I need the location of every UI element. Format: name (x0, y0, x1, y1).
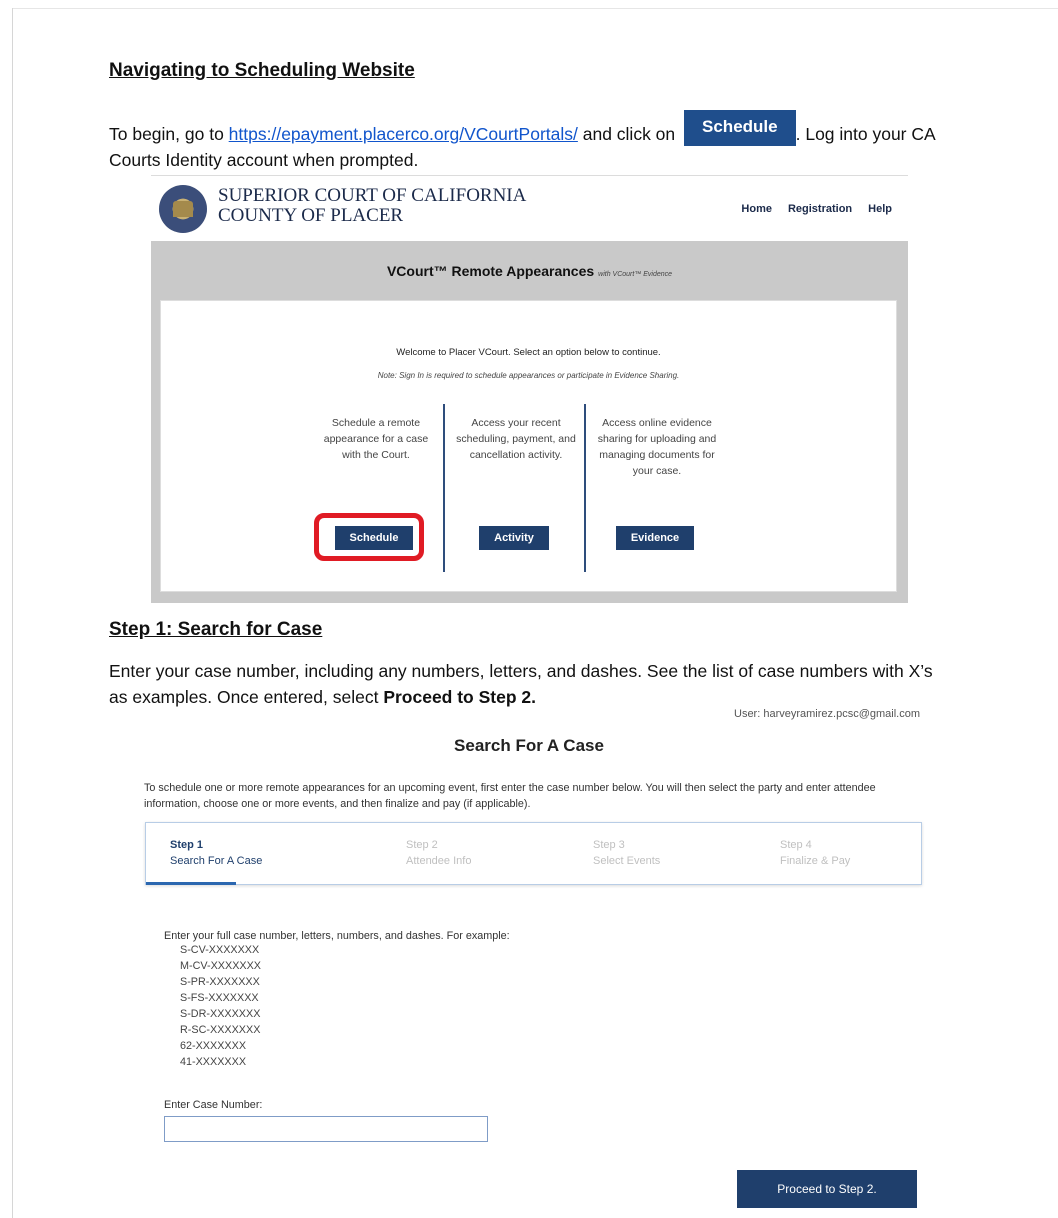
case-number-input[interactable] (164, 1116, 488, 1142)
step-progress-indicator (146, 882, 236, 885)
step-3-number: Step 3 (593, 839, 625, 851)
step-3: Step 3 Select Events (593, 837, 660, 869)
step-2: Step 2 Attendee Info (406, 837, 471, 869)
signed-in-user: User: harveyramirez.pcsc@gmail.com (734, 708, 920, 720)
section-heading-step1: Step 1: Search for Case (109, 619, 323, 640)
case-number-examples: S-CV-XXXXXXX M-CV-XXXXXXX S-PR-XXXXXXX S… (180, 942, 261, 1070)
portal-title-text: VCourt™ Remote Appearances (386, 263, 595, 279)
step-4-label: Finalize & Pay (780, 855, 851, 867)
options-card: Welcome to Placer VCourt. Select an opti… (160, 300, 897, 592)
example-case-number: M-CV-XXXXXXX (180, 960, 261, 972)
nav-home[interactable]: Home (741, 203, 772, 215)
page-left-border (12, 8, 13, 1218)
court-name-line1: SUPERIOR COURT OF CALIFORNIA (218, 185, 527, 206)
sign-in-note: Note: Sign In is required to schedule ap… (377, 371, 680, 380)
intro-text-middle: and click on (577, 124, 681, 144)
court-seal-icon (159, 185, 207, 233)
portal-title: VCourt™ Remote Appearances with VCourt™ E… (151, 263, 908, 279)
step-1[interactable]: Step 1 Search For A Case (170, 837, 262, 869)
portal-subtitle: with VCourt™ Evidence (598, 271, 673, 278)
vcourt-portal-screenshot: SUPERIOR COURT OF CALIFORNIA COUNTY OF P… (151, 175, 908, 603)
example-case-number: R-SC-XXXXXXX (180, 1024, 261, 1036)
step-1-number: Step 1 (170, 839, 204, 851)
search-intro: To schedule one or more remote appearanc… (144, 782, 876, 810)
vcourt-portal-link[interactable]: https://epayment.placerco.org/VCourtPort… (229, 124, 578, 144)
column-divider (443, 404, 445, 572)
example-case-number: 62-XXXXXXX (180, 1040, 247, 1052)
nav-help[interactable]: Help (868, 203, 892, 215)
column-divider (584, 404, 586, 572)
proceed-to-step2-button[interactable]: Proceed to Step 2. (737, 1170, 917, 1208)
search-page-title: Search For A Case (454, 736, 604, 755)
evidence-button[interactable]: Evidence (616, 526, 694, 550)
section-heading-navigating: Navigating to Scheduling Website (109, 60, 415, 81)
activity-button[interactable]: Activity (479, 526, 549, 550)
example-case-number: 41-XXXXXXX (180, 1056, 247, 1068)
step1-bold-text: Proceed to Step 2. (383, 687, 536, 707)
highlight-ring (314, 513, 424, 561)
top-nav: Home Registration Help (725, 203, 892, 215)
screenshot-top-rule (151, 175, 908, 176)
example-case-number: S-FS-XXXXXXX (180, 992, 259, 1004)
welcome-text: Welcome to Placer VCourt. Select an opti… (396, 347, 661, 358)
court-name-line2: COUNTY OF PLACER (218, 205, 404, 226)
option-schedule-text: Schedule a remote appearance for a case … (323, 417, 429, 461)
step-progress-bar: Step 1 Search For A Case Step 2 Attendee… (145, 822, 922, 885)
step-2-number: Step 2 (406, 839, 438, 851)
schedule-inline-button-image: Schedule (684, 110, 796, 146)
step1-paragraph: Enter your case number, including any nu… (109, 658, 939, 710)
case-number-label: Enter Case Number: (164, 1099, 263, 1111)
step-3-label: Select Events (593, 855, 661, 867)
nav-registration[interactable]: Registration (788, 203, 852, 215)
court-name: SUPERIOR COURT OF CALIFORNIA COUNTY OF P… (218, 186, 526, 226)
example-case-number: S-CV-XXXXXXX (180, 944, 260, 956)
option-activity-text: Access your recent scheduling, payment, … (456, 417, 576, 461)
example-case-number: S-PR-XXXXXXX (180, 976, 260, 988)
option-evidence-text: Access online evidence sharing for uploa… (597, 417, 717, 477)
step-2-label: Attendee Info (406, 855, 472, 867)
intro-text-before: To begin, go to (109, 124, 229, 144)
step-1-label: Search For A Case (170, 855, 263, 867)
step-4: Step 4 Finalize & Pay (780, 837, 850, 869)
page-top-border (12, 8, 1058, 9)
intro-paragraph: To begin, go to https://epayment.placerc… (109, 110, 939, 173)
example-case-number: S-DR-XXXXXXX (180, 1008, 261, 1020)
step-4-number: Step 4 (780, 839, 812, 851)
